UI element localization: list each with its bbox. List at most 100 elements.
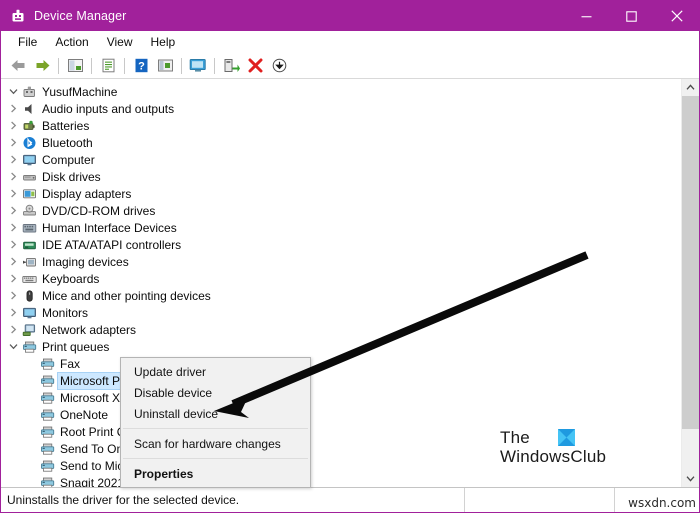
disk-drive-icon [21, 169, 38, 185]
tree-item-batteries[interactable]: Batteries [1, 117, 681, 134]
uninstall-device-icon[interactable] [244, 55, 266, 77]
tree-item-display-adapters[interactable]: Display adapters [1, 185, 681, 202]
tree-item-microsoft-print-to-pdf[interactable]: Microsoft Print to PDF [1, 371, 681, 390]
printer-icon [39, 424, 56, 440]
context-menu-item-scan-for-hardware-changes[interactable]: Scan for hardware changes [121, 433, 310, 454]
minimize-button[interactable] [564, 1, 609, 31]
tree-item-imaging-devices[interactable]: Imaging devices [1, 253, 681, 270]
chevron-right-icon[interactable] [5, 117, 21, 134]
context-menu-item-label: Update driver [134, 364, 207, 379]
show-hide-console-tree-icon[interactable] [64, 55, 86, 77]
chevron-right-icon[interactable] [5, 151, 21, 168]
chevron-right-icon[interactable] [5, 219, 21, 236]
context-menu-item-disable-device[interactable]: Disable device [121, 382, 310, 403]
close-button[interactable] [654, 1, 699, 31]
chevron-right-icon[interactable] [5, 270, 21, 287]
tree-item-ide-ata-atapi-controllers[interactable]: IDE ATA/ATAPI controllers [1, 236, 681, 253]
chevron-right-icon[interactable] [5, 287, 21, 304]
context-menu-item-uninstall-device[interactable]: Uninstall device [121, 403, 310, 424]
tree-item-bluetooth[interactable]: Bluetooth [1, 134, 681, 151]
context-menu: Update driver Disable device Uninstall dev… [120, 357, 311, 488]
tree-item-label: Fax [60, 356, 81, 371]
back-arrow-icon[interactable] [7, 55, 29, 77]
scrollbar-track[interactable] [682, 96, 699, 470]
chevron-right-icon[interactable] [5, 236, 21, 253]
chevron-right-icon[interactable] [5, 202, 21, 219]
menu-file[interactable]: File [9, 33, 46, 52]
context-menu-separator [123, 458, 308, 459]
chevron-right-icon[interactable] [5, 304, 21, 321]
chevron-down-icon[interactable] [5, 83, 21, 100]
enable-device-icon[interactable] [220, 55, 242, 77]
tree-item-keyboards[interactable]: Keyboards [1, 270, 681, 287]
tree-item-human-interface-devices[interactable]: Human Interface Devices [1, 219, 681, 236]
update-driver-icon[interactable] [154, 55, 176, 77]
device-tree[interactable]: YusufMachine Audio inputs and outputs Bat… [1, 79, 681, 487]
chevron-right-icon[interactable] [5, 185, 21, 202]
tree-item-monitors[interactable]: Monitors [1, 304, 681, 321]
tree-item-mice-and-other-pointing-devices[interactable]: Mice and other pointing devices [1, 287, 681, 304]
chevron-right-icon[interactable] [5, 134, 21, 151]
tree-item-label: Snagit 2021 [60, 475, 125, 488]
tree-item-dvd-cd-rom-drives[interactable]: DVD/CD-ROM drives [1, 202, 681, 219]
printer-icon [39, 441, 56, 457]
chevron-down-icon[interactable] [5, 338, 21, 355]
toolbar-separator [214, 57, 215, 74]
printer-icon [39, 475, 56, 487]
menu-action[interactable]: Action [46, 33, 97, 52]
menu-bar: File Action View Help [1, 31, 699, 53]
scrollbar-thumb[interactable] [682, 96, 699, 429]
menu-help[interactable]: Help [142, 33, 185, 52]
tree-item-label: IDE ATA/ATAPI controllers [42, 237, 182, 252]
chevron-right-icon[interactable] [5, 168, 21, 185]
scroll-down-arrow-icon[interactable] [682, 470, 699, 487]
tree-item-microsoft-xps-document-writer[interactable]: Microsoft XPS Document Writer [1, 389, 681, 406]
windowsclub-logo-icon [557, 429, 575, 446]
tree-item-snagit-2021[interactable]: Snagit 2021 [1, 474, 681, 487]
tree-item-computer[interactable]: Computer [1, 151, 681, 168]
forward-arrow-icon[interactable] [31, 55, 53, 77]
properties-icon[interactable] [97, 55, 119, 77]
status-bar-divider [464, 488, 465, 512]
tree-item-label: Computer [42, 152, 95, 167]
maximize-button[interactable] [609, 1, 654, 31]
toolbar: ? [1, 53, 699, 79]
display-adapter-icon [21, 186, 38, 202]
network-adapter-icon [21, 322, 38, 338]
context-menu-item-properties[interactable]: Properties [121, 463, 310, 484]
scan-hardware-changes-icon[interactable] [187, 55, 209, 77]
tree-item-audio-inputs-and-outputs[interactable]: Audio inputs and outputs [1, 100, 681, 117]
disable-device-icon[interactable] [268, 55, 290, 77]
printer-icon [39, 407, 56, 423]
context-menu-item-update-driver[interactable]: Update driver [121, 361, 310, 382]
menu-view[interactable]: View [98, 33, 142, 52]
vertical-scrollbar[interactable] [681, 79, 699, 487]
tree-root-label: YusufMachine [42, 84, 118, 99]
watermark-line-1: The [500, 428, 530, 447]
chevron-right-icon[interactable] [5, 100, 21, 117]
context-menu-item-label: Uninstall device [134, 406, 219, 421]
status-bar: Uninstalls the driver for the selected d… [1, 487, 699, 512]
chevron-right-icon[interactable] [5, 321, 21, 338]
tree-item-network-adapters[interactable]: Network adapters [1, 321, 681, 338]
scroll-up-arrow-icon[interactable] [682, 79, 699, 96]
tree-item-label: Batteries [42, 118, 90, 133]
tree-item-print-queues[interactable]: Print queues [1, 338, 681, 355]
printer-icon [21, 339, 38, 355]
context-menu-separator [123, 428, 308, 429]
help-icon[interactable]: ? [130, 55, 152, 77]
toolbar-separator [58, 57, 59, 74]
printer-icon [39, 373, 56, 389]
tree-item-fax[interactable]: Fax [1, 355, 681, 372]
window-controls [564, 1, 699, 31]
tree-root-row[interactable]: YusufMachine [1, 83, 681, 100]
tree-item-disk-drives[interactable]: Disk drives [1, 168, 681, 185]
chevron-right-icon[interactable] [5, 253, 21, 270]
monitor-icon [21, 152, 38, 168]
watermark-line-2: WindowsClub [500, 447, 607, 466]
tree-item-onenote[interactable]: OneNote [1, 406, 681, 423]
